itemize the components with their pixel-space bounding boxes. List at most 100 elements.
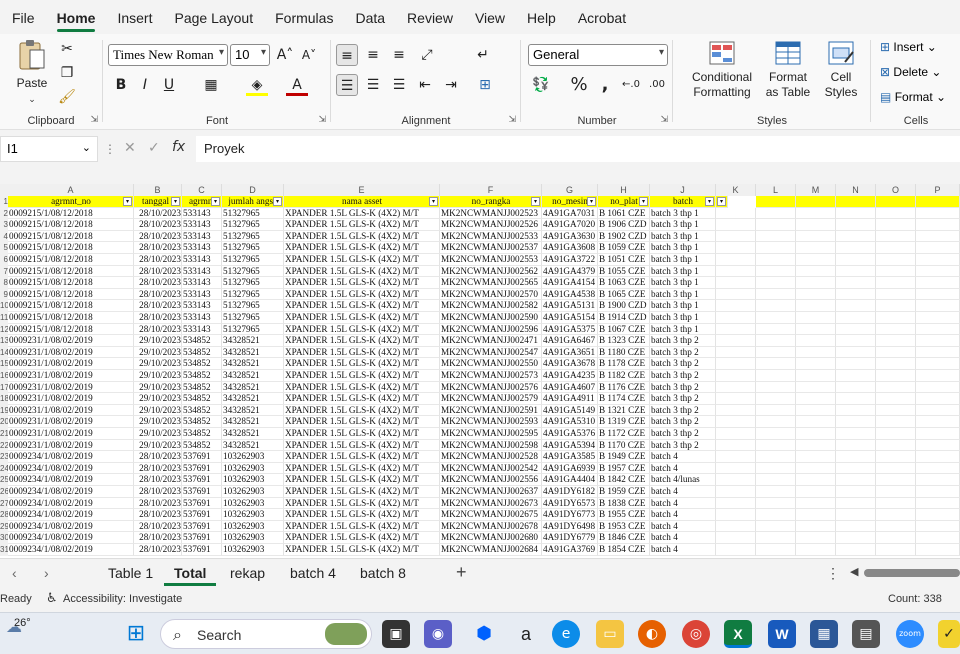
empty-cell[interactable]	[796, 381, 836, 394]
align-middle-icon[interactable]: ≡	[362, 44, 384, 66]
empty-cell[interactable]	[756, 544, 796, 556]
data-cell[interactable]: 534852	[182, 358, 222, 370]
decrease-indent-icon[interactable]: ⇤	[414, 74, 436, 96]
empty-cell[interactable]	[796, 416, 836, 428]
data-cell[interactable]: 533143	[182, 254, 222, 266]
empty-cell[interactable]	[876, 497, 916, 510]
filter-dropdown-icon[interactable]: ▾	[429, 197, 438, 206]
sheet-tab-total[interactable]: Total	[164, 563, 217, 586]
data-cell[interactable]: 51327965	[222, 242, 284, 254]
empty-cell[interactable]	[836, 393, 876, 405]
data-cell[interactable]: MK2NCWMANJJ002565	[440, 277, 542, 289]
empty-cell[interactable]	[836, 486, 876, 498]
row-number[interactable]: 25	[0, 474, 8, 486]
empty-cell[interactable]	[716, 230, 756, 243]
empty-cell[interactable]	[876, 335, 916, 347]
data-cell[interactable]: 51327965	[222, 207, 284, 220]
data-cell[interactable]: batch 4/lunas	[650, 474, 716, 486]
empty-cell[interactable]	[836, 312, 876, 324]
empty-cell[interactable]	[756, 242, 796, 254]
empty-cell[interactable]	[796, 428, 836, 440]
data-cell[interactable]: batch 4	[650, 462, 716, 475]
row-number[interactable]: 3	[0, 219, 8, 231]
data-cell[interactable]: 103262903	[222, 497, 284, 510]
data-cell[interactable]: 4A91GA3608	[542, 242, 598, 254]
data-cell[interactable]: XPANDER 1.5L GLS-K (4X2) M/T	[284, 520, 440, 533]
data-cell[interactable]: 28/10/2023	[134, 451, 182, 463]
data-cell[interactable]: XPANDER 1.5L GLS-K (4X2) M/T	[284, 381, 440, 394]
empty-cell[interactable]	[916, 462, 960, 475]
data-cell[interactable]: 4A91GA5154	[542, 312, 598, 324]
empty-cell[interactable]	[876, 207, 916, 220]
data-cell[interactable]: batch 3 thp 2	[650, 346, 716, 359]
empty-cell[interactable]	[756, 532, 796, 544]
data-cell[interactable]: 533143	[182, 265, 222, 278]
data-cell[interactable]: XPANDER 1.5L GLS-K (4X2) M/T	[284, 300, 440, 312]
empty-cell[interactable]	[916, 358, 960, 370]
copy-icon[interactable]: ❐	[56, 62, 78, 84]
data-cell[interactable]: MK2NCWMANJJ002579	[440, 393, 542, 405]
data-cell[interactable]: batch 3 thp 2	[650, 428, 716, 440]
data-cell[interactable]: XPANDER 1.5L GLS-K (4X2) M/T	[284, 207, 440, 220]
data-cell[interactable]: B 1914 CZD	[598, 312, 650, 324]
data-cell[interactable]: MK2NCWMANJJ002542	[440, 462, 542, 475]
conditional-formatting-button[interactable]: Conditional Formatting	[684, 40, 760, 100]
data-cell[interactable]: 29/10/2023	[134, 404, 182, 417]
windows-start-icon[interactable]: ⊞	[122, 620, 150, 648]
empty-cell[interactable]	[916, 393, 960, 405]
data-cell[interactable]: MK2NCWMANJJ002471	[440, 335, 542, 347]
data-cell[interactable]: 0009234/1/08/02/2019	[8, 474, 134, 486]
column-header[interactable]: C	[182, 184, 222, 196]
empty-cell[interactable]	[836, 451, 876, 463]
empty-cell[interactable]	[836, 346, 876, 359]
empty-cell[interactable]	[836, 323, 876, 336]
data-cell[interactable]: XPANDER 1.5L GLS-K (4X2) M/T	[284, 370, 440, 382]
column-header[interactable]: F	[440, 184, 542, 196]
row-number[interactable]: 4	[0, 230, 8, 243]
data-cell[interactable]: B 1067 CZE	[598, 323, 650, 336]
data-cell[interactable]: 34328521	[222, 370, 284, 382]
row-number[interactable]: 31	[0, 544, 8, 556]
column-header[interactable]: E	[284, 184, 440, 196]
empty-cell[interactable]	[716, 416, 756, 428]
data-cell[interactable]: 0009215/1/08/12/2018	[8, 265, 134, 278]
data-cell[interactable]: B 1178 CZE	[598, 358, 650, 370]
data-cell[interactable]: B 1321 CZE	[598, 404, 650, 417]
data-cell[interactable]: 0009215/1/08/12/2018	[8, 288, 134, 301]
data-cell[interactable]: 537691	[182, 462, 222, 475]
empty-cell[interactable]	[836, 428, 876, 440]
empty-cell[interactable]	[796, 370, 836, 382]
empty-cell[interactable]	[796, 474, 836, 486]
data-cell[interactable]: 0009215/1/08/12/2018	[8, 207, 134, 220]
data-cell[interactable]: 4A91GA3769	[542, 544, 598, 556]
data-cell[interactable]: 51327965	[222, 312, 284, 324]
empty-cell[interactable]	[756, 230, 796, 243]
empty-cell[interactable]	[716, 265, 756, 278]
empty-cell[interactable]	[916, 219, 960, 231]
header-cell[interactable]: jumlah angsu ▾	[222, 196, 284, 208]
empty-cell[interactable]	[836, 254, 876, 266]
empty-cell[interactable]	[836, 416, 876, 428]
data-cell[interactable]: batch 4	[650, 520, 716, 533]
data-cell[interactable]: XPANDER 1.5L GLS-K (4X2) M/T	[284, 544, 440, 556]
sheet-tab-batch-4[interactable]: batch 4	[280, 563, 346, 583]
empty-cell[interactable]	[916, 230, 960, 243]
data-cell[interactable]: B 1955 CZE	[598, 509, 650, 521]
row-number[interactable]: 13	[0, 335, 8, 347]
empty-cell[interactable]	[716, 346, 756, 359]
empty-cell[interactable]	[796, 335, 836, 347]
empty-cell[interactable]	[836, 462, 876, 475]
data-cell[interactable]: 533143	[182, 207, 222, 220]
empty-cell[interactable]	[916, 335, 960, 347]
empty-cell[interactable]	[836, 381, 876, 394]
empty-cell[interactable]	[716, 288, 756, 301]
row-number[interactable]: 30	[0, 532, 8, 544]
data-cell[interactable]: 0009231/1/08/02/2019	[8, 416, 134, 428]
empty-cell[interactable]	[876, 381, 916, 394]
data-cell[interactable]: XPANDER 1.5L GLS-K (4X2) M/T	[284, 474, 440, 486]
empty-cell[interactable]	[756, 196, 796, 208]
empty-cell[interactable]	[916, 404, 960, 417]
increase-indent-icon[interactable]: ⇥	[440, 74, 462, 96]
empty-cell[interactable]	[796, 196, 836, 208]
empty-cell[interactable]	[916, 381, 960, 394]
